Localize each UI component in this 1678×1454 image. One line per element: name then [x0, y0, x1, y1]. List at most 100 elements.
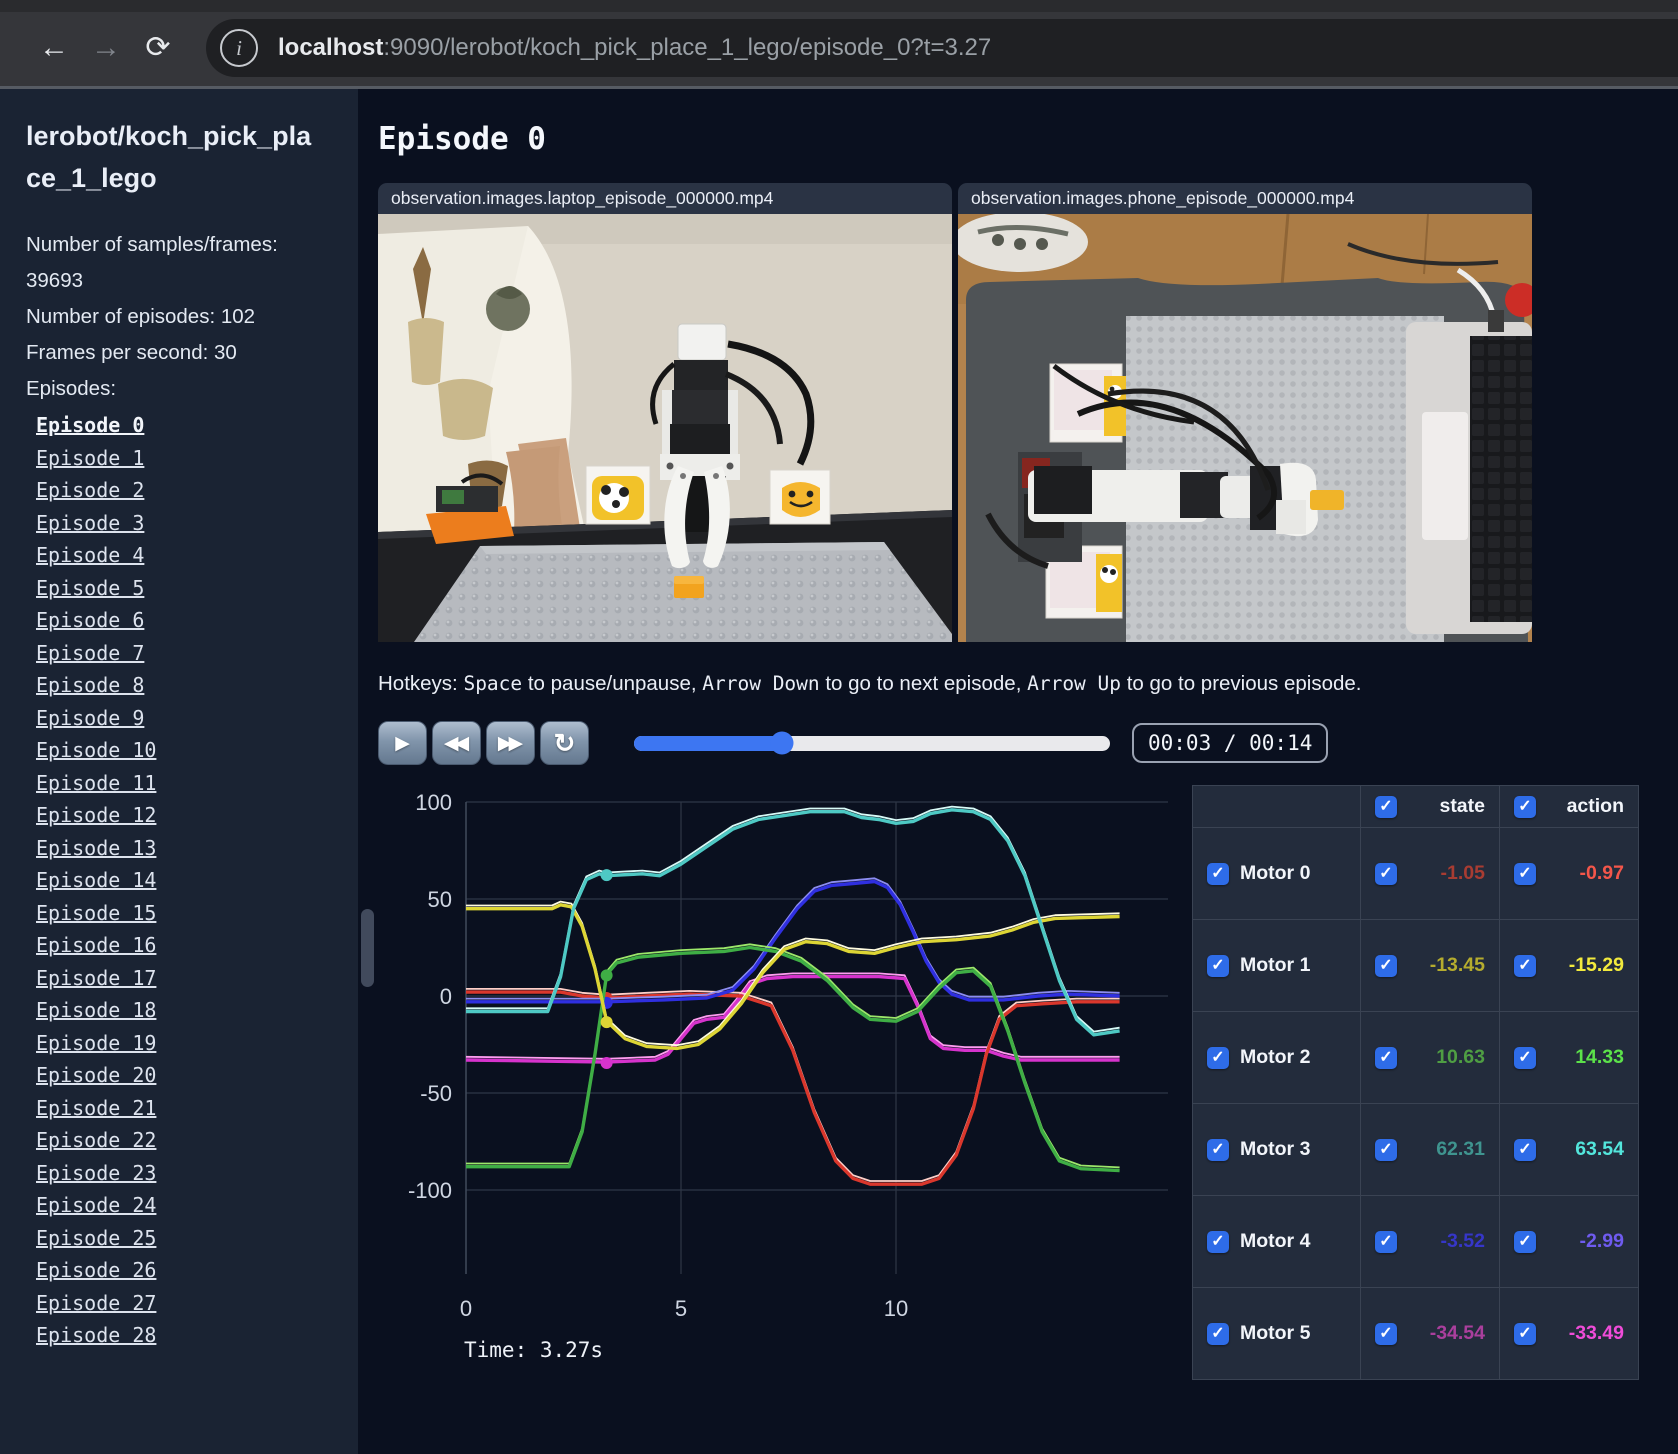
motor-name-cell: ✓ Motor 0	[1192, 827, 1361, 920]
sidebar: lerobot/koch_pick_place_1_lego Number of…	[0, 89, 358, 1454]
checkbox-motor-0-state[interactable]: ✓	[1375, 862, 1397, 885]
action-value: -15.29	[1568, 954, 1624, 976]
episode-link-0[interactable]: Episode 0	[36, 409, 144, 442]
episode-link-10[interactable]: Episode 10	[36, 734, 156, 767]
checkbox-motor-5[interactable]: ✓	[1207, 1322, 1229, 1345]
episode-link-1[interactable]: Episode 1	[36, 442, 144, 475]
episode-link-17[interactable]: Episode 17	[36, 962, 156, 995]
motor-label: Motor 4	[1240, 1230, 1311, 1252]
motor-label: Motor 2	[1240, 1046, 1311, 1068]
motor-label: Motor 0	[1240, 862, 1311, 884]
checkbox-motor-0-action[interactable]: ✓	[1514, 862, 1536, 885]
action-value: 14.33	[1575, 1046, 1624, 1068]
motor-table-head: ✓ state ✓ action	[1192, 785, 1639, 828]
play-button[interactable]: ▶	[378, 721, 427, 765]
episode-link-11[interactable]: Episode 11	[36, 767, 156, 800]
motor-chart[interactable]: 100 50 0 -50 -100 0 5 10	[378, 769, 1182, 1325]
episode-link-18[interactable]: Episode 18	[36, 994, 156, 1027]
checkbox-motor-3-action[interactable]: ✓	[1514, 1138, 1536, 1161]
checkbox-motor-4-action[interactable]: ✓	[1514, 1230, 1536, 1253]
episode-link-27[interactable]: Episode 27	[36, 1287, 156, 1320]
site-info-icon[interactable]: i	[220, 28, 258, 67]
video-phone[interactable]	[958, 214, 1532, 642]
action-cell: ✓ -15.29	[1499, 919, 1639, 1012]
episode-link-21[interactable]: Episode 21	[36, 1092, 156, 1125]
play-icon: ▶	[395, 732, 410, 754]
video-title-phone: observation.images.phone_episode_000000.…	[958, 183, 1532, 214]
header-action: ✓ action	[1499, 785, 1639, 828]
back-icon[interactable]: ←	[28, 31, 80, 65]
episode-link-9[interactable]: Episode 9	[36, 702, 144, 735]
browser-toolbar: ← → ⟳ i localhost:9090/lerobot/koch_pick…	[0, 12, 1678, 83]
episode-link-15[interactable]: Episode 15	[36, 897, 156, 930]
url-text[interactable]: localhost:9090/lerobot/koch_pick_place_1…	[278, 34, 991, 62]
action-value: -0.97	[1579, 862, 1624, 884]
checkbox-state-all[interactable]: ✓	[1375, 795, 1397, 818]
checkbox-motor-4[interactable]: ✓	[1207, 1230, 1229, 1253]
episode-link-28[interactable]: Episode 28	[36, 1319, 156, 1352]
checkbox-motor-1[interactable]: ✓	[1207, 954, 1229, 977]
forward-icon[interactable]: →	[80, 31, 132, 65]
episode-link-5[interactable]: Episode 5	[36, 572, 144, 605]
episode-link-25[interactable]: Episode 25	[36, 1222, 156, 1255]
page-title: Episode 0	[378, 121, 546, 157]
reload-icon[interactable]: ⟳	[132, 30, 184, 65]
episode-link-24[interactable]: Episode 24	[36, 1189, 156, 1222]
scrollbar-thumb[interactable]	[361, 909, 374, 987]
episode-link-12[interactable]: Episode 12	[36, 799, 156, 832]
video-row: observation.images.laptop_episode_000000…	[378, 183, 1678, 642]
episode-link-2[interactable]: Episode 2	[36, 474, 144, 507]
checkbox-motor-0[interactable]: ✓	[1207, 862, 1229, 885]
seek-slider-thumb[interactable]	[770, 731, 794, 755]
current-time-marker-0	[600, 1057, 613, 1070]
checkbox-motor-2[interactable]: ✓	[1207, 1046, 1229, 1069]
episode-link-23[interactable]: Episode 23	[36, 1157, 156, 1190]
hotkeys-segment: Hotkeys:	[378, 672, 464, 695]
table-row-motor-2: ✓ Motor 2 ✓ 10.63 ✓ 14.33	[1192, 1011, 1639, 1104]
video-laptop[interactable]	[378, 214, 952, 642]
motor-table-body: ✓ Motor 0 ✓ -1.05 ✓ -0.97 ✓ Motor 1 ✓ -13.45 ✓ -15.…	[1192, 827, 1639, 1380]
checkbox-motor-4-state[interactable]: ✓	[1375, 1230, 1397, 1253]
checkbox-motor-3-state[interactable]: ✓	[1375, 1138, 1397, 1161]
checkbox-motor-1-state[interactable]: ✓	[1375, 954, 1397, 977]
checkbox-motor-5-action[interactable]: ✓	[1514, 1322, 1536, 1345]
checkbox-motor-2-state[interactable]: ✓	[1375, 1046, 1397, 1069]
rewind-button[interactable]: ◀◀	[432, 721, 481, 765]
episode-link-7[interactable]: Episode 7	[36, 637, 144, 670]
state-cell: ✓ 10.63	[1360, 1011, 1500, 1104]
episode-link-8[interactable]: Episode 8	[36, 669, 144, 702]
dataset-title: lerobot/koch_pick_place_1_lego	[26, 121, 312, 193]
current-time-marker-4	[600, 1016, 613, 1029]
episode-link-4[interactable]: Episode 4	[36, 539, 144, 572]
table-row-motor-4: ✓ Motor 4 ✓ -3.52 ✓ -2.99	[1192, 1195, 1639, 1288]
episode-link-6[interactable]: Episode 6	[36, 604, 144, 637]
checkbox-motor-3[interactable]: ✓	[1207, 1138, 1229, 1161]
episode-link-19[interactable]: Episode 19	[36, 1027, 156, 1060]
episode-link-13[interactable]: Episode 13	[36, 832, 156, 865]
checkbox-motor-5-state[interactable]: ✓	[1375, 1322, 1397, 1345]
dataset-stats: Number of samples/frames: 39693 Number o…	[26, 227, 298, 407]
checkbox-action-all[interactable]: ✓	[1514, 795, 1536, 818]
loop-button[interactable]: ↻	[540, 721, 589, 765]
y-tick-label: -50	[420, 1081, 452, 1106]
episode-link-14[interactable]: Episode 14	[36, 864, 156, 897]
time-display: 00:03 / 00:14	[1132, 723, 1329, 763]
current-time-marker-3	[600, 969, 613, 982]
fast-forward-button[interactable]: ▶▶	[486, 721, 535, 765]
episode-link-22[interactable]: Episode 22	[36, 1124, 156, 1157]
episode-link-3[interactable]: Episode 3	[36, 507, 144, 540]
checkbox-motor-2-action[interactable]: ✓	[1514, 1046, 1536, 1069]
state-cell: ✓ -13.45	[1360, 919, 1500, 1012]
action-cell: ✓ -0.97	[1499, 827, 1639, 920]
hotkey-key: Space	[463, 672, 523, 695]
header-empty-cell	[1192, 785, 1361, 828]
video-title-laptop: observation.images.laptop_episode_000000…	[378, 183, 952, 214]
action-value: -33.49	[1568, 1322, 1624, 1344]
checkbox-motor-1-action[interactable]: ✓	[1514, 954, 1536, 977]
action-value: 63.54	[1575, 1138, 1624, 1160]
seek-slider[interactable]	[634, 731, 1110, 755]
url-bar[interactable]: i localhost:9090/lerobot/koch_pick_place…	[206, 18, 1678, 77]
episode-link-26[interactable]: Episode 26	[36, 1254, 156, 1287]
episode-link-16[interactable]: Episode 16	[36, 929, 156, 962]
episode-link-20[interactable]: Episode 20	[36, 1059, 156, 1092]
